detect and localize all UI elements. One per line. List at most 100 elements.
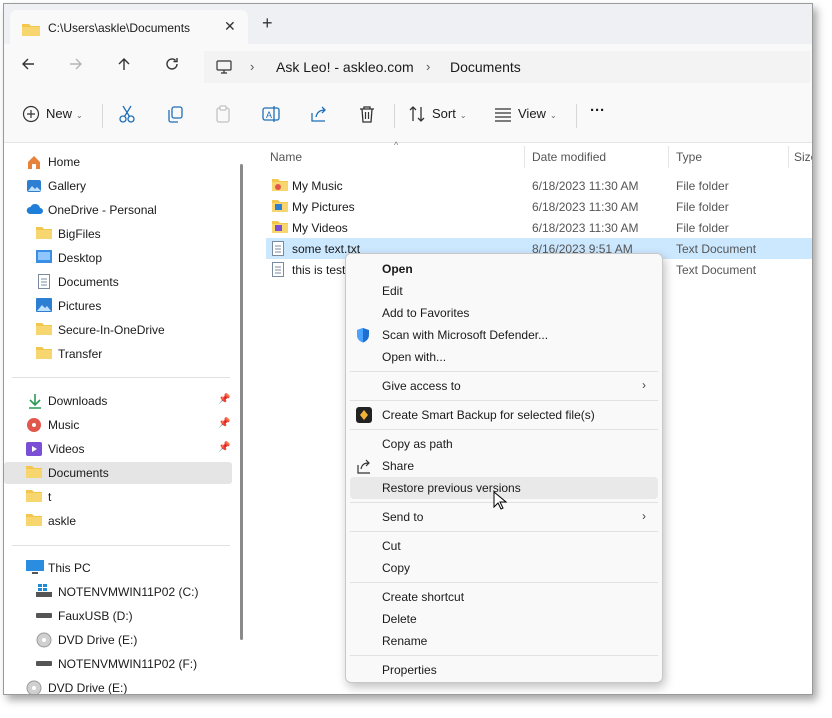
file-date: 6/18/2023 11:30 AM bbox=[532, 200, 639, 214]
nav-bigfiles[interactable]: BigFiles bbox=[4, 223, 232, 245]
download-arrow-icon bbox=[28, 393, 42, 412]
sort-arrows-icon[interactable] bbox=[408, 105, 426, 126]
nav-documents[interactable]: Documents bbox=[4, 462, 232, 484]
new-tab-button[interactable]: + bbox=[262, 13, 273, 34]
nav-gallery[interactable]: Gallery bbox=[4, 175, 232, 197]
nav-askle[interactable]: askle bbox=[4, 510, 232, 532]
text-file-icon bbox=[272, 241, 284, 259]
menu-divider bbox=[350, 371, 658, 372]
menu-item-cut[interactable]: Cut bbox=[350, 535, 658, 557]
nav-t[interactable]: t bbox=[4, 486, 232, 508]
nav-drive-d[interactable]: FauxUSB (D:) bbox=[4, 605, 232, 627]
nav-label: DVD Drive (E:) bbox=[48, 681, 128, 695]
chevron-right-icon[interactable]: › bbox=[250, 59, 254, 74]
menu-item-smart-backup[interactable]: Create Smart Backup for selected file(s) bbox=[350, 404, 658, 426]
divider bbox=[576, 104, 577, 128]
tab-documents[interactable]: C:\Users\askle\Documents ✕ bbox=[10, 10, 248, 44]
sort-button[interactable]: Sort ⌄ bbox=[432, 106, 467, 121]
menu-item-copy-as-path[interactable]: Copy as path bbox=[350, 433, 658, 455]
nav-label: Home bbox=[48, 155, 81, 169]
nav-home[interactable]: Home bbox=[4, 151, 232, 173]
nav-dvd-root[interactable]: DVD Drive (E:) bbox=[4, 677, 232, 695]
column-header: ^ Name Date modified Type Size bbox=[266, 140, 812, 170]
menu-label: Edit bbox=[382, 284, 403, 298]
copy-icon[interactable] bbox=[166, 105, 184, 126]
column-divider[interactable] bbox=[788, 146, 789, 168]
pin-icon[interactable]: 📌 bbox=[218, 442, 230, 453]
menu-item-scan-defender[interactable]: Scan with Microsoft Defender... bbox=[350, 324, 658, 346]
folder-icon bbox=[22, 22, 40, 39]
menu-item-add-to-favorites[interactable]: Add to Favorites bbox=[350, 302, 658, 324]
forward-arrow-icon[interactable] bbox=[68, 56, 84, 77]
nav-videos[interactable]: Videos 📌 bbox=[4, 438, 232, 460]
share-icon[interactable] bbox=[310, 105, 328, 126]
column-type[interactable]: Type bbox=[676, 150, 702, 164]
chevron-down-icon: ⌄ bbox=[76, 111, 83, 120]
nav-music[interactable]: Music 📌 bbox=[4, 414, 232, 436]
file-row[interactable]: My Pictures 6/18/2023 11:30 AM File fold… bbox=[266, 196, 812, 217]
menu-item-create-shortcut[interactable]: Create shortcut bbox=[350, 586, 658, 608]
file-row[interactable]: My Music 6/18/2023 11:30 AM File folder bbox=[266, 175, 812, 196]
column-date-modified[interactable]: Date modified bbox=[532, 150, 606, 164]
more-options-button[interactable]: ··· bbox=[590, 102, 605, 119]
nav-documents-onedrive[interactable]: Documents bbox=[4, 271, 232, 293]
back-arrow-icon[interactable] bbox=[20, 56, 36, 77]
up-arrow-icon[interactable] bbox=[116, 56, 132, 77]
nav-drive-e[interactable]: DVD Drive (E:) bbox=[4, 629, 232, 651]
menu-item-open-with[interactable]: Open with... bbox=[350, 346, 658, 368]
menu-divider bbox=[350, 655, 658, 656]
column-name[interactable]: Name bbox=[270, 150, 302, 164]
delete-trash-icon[interactable] bbox=[358, 105, 376, 126]
nav-desktop[interactable]: Desktop bbox=[4, 247, 232, 269]
nav-secure-in-onedrive[interactable]: Secure-In-OneDrive bbox=[4, 319, 232, 341]
column-divider[interactable] bbox=[524, 146, 525, 168]
menu-item-share[interactable]: Share bbox=[350, 455, 658, 477]
chevron-right-icon[interactable]: › bbox=[426, 59, 430, 74]
nav-label: Pictures bbox=[58, 299, 102, 313]
pin-icon[interactable]: 📌 bbox=[218, 418, 230, 429]
breadcrumb-documents[interactable]: Documents bbox=[450, 59, 521, 75]
file-date: 6/18/2023 11:30 AM bbox=[532, 179, 639, 193]
monitor-icon bbox=[26, 560, 44, 578]
pin-icon[interactable]: 📌 bbox=[218, 394, 230, 405]
drive-icon bbox=[36, 656, 52, 670]
cut-scissors-icon[interactable] bbox=[118, 105, 136, 126]
nav-scrollbar[interactable] bbox=[240, 164, 243, 640]
nav-label: NOTENVMWIN11P02 (F:) bbox=[58, 657, 198, 671]
pictures-icon bbox=[36, 298, 52, 315]
tab-title: C:\Users\askle\Documents bbox=[48, 21, 191, 35]
nav-onedrive[interactable]: OneDrive - Personal bbox=[4, 199, 232, 221]
nav-drive-c[interactable]: NOTENVMWIN11P02 (C:) bbox=[4, 581, 232, 603]
column-divider[interactable] bbox=[668, 146, 669, 168]
nav-label: Documents bbox=[58, 275, 119, 289]
nav-label: Gallery bbox=[48, 179, 87, 193]
nav-downloads[interactable]: Downloads 📌 bbox=[4, 390, 232, 412]
rename-icon[interactable]: A bbox=[262, 105, 280, 126]
file-row[interactable]: My Videos 6/18/2023 11:30 AM File folder bbox=[266, 217, 812, 238]
menu-item-rename[interactable]: Rename bbox=[350, 630, 658, 652]
menu-item-delete[interactable]: Delete bbox=[350, 608, 658, 630]
menu-item-copy[interactable]: Copy bbox=[350, 557, 658, 579]
backup-app-icon bbox=[356, 407, 372, 426]
nav-drive-f[interactable]: NOTENVMWIN11P02 (F:) bbox=[4, 653, 232, 675]
new-button[interactable]: New ⌄ bbox=[46, 106, 83, 121]
menu-item-give-access[interactable]: Give access to › bbox=[350, 375, 658, 397]
menu-item-properties[interactable]: Properties bbox=[350, 659, 658, 681]
file-name: this is test bbox=[292, 263, 346, 277]
menu-item-open[interactable]: Open bbox=[350, 258, 658, 280]
breadcrumb-askleo[interactable]: Ask Leo! - askleo.com bbox=[276, 59, 414, 75]
refresh-icon[interactable] bbox=[164, 56, 180, 77]
paste-icon[interactable] bbox=[214, 105, 232, 126]
column-size[interactable]: Size bbox=[794, 150, 812, 164]
address-bar[interactable]: › Ask Leo! - askleo.com › Documents bbox=[204, 51, 810, 83]
menu-item-edit[interactable]: Edit bbox=[350, 280, 658, 302]
menu-label: Send to bbox=[382, 510, 424, 524]
nav-transfer[interactable]: Transfer bbox=[4, 343, 232, 365]
close-tab-button[interactable]: ✕ bbox=[224, 18, 236, 35]
nav-pictures[interactable]: Pictures bbox=[4, 295, 232, 317]
view-lines-icon[interactable] bbox=[494, 105, 512, 126]
view-button[interactable]: View ⌄ bbox=[518, 106, 557, 121]
nav-label: Desktop bbox=[58, 251, 103, 265]
new-plus-icon[interactable] bbox=[22, 105, 40, 126]
nav-this-pc[interactable]: This PC bbox=[4, 557, 232, 579]
